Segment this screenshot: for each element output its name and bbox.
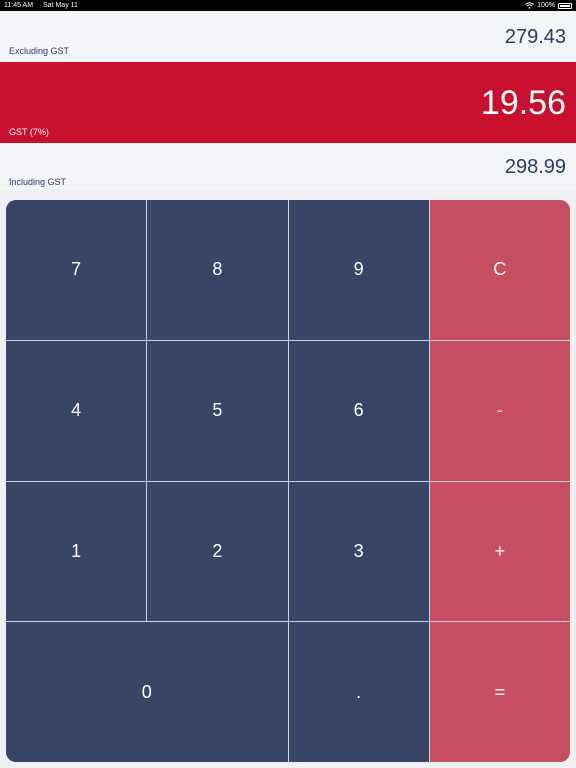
- equals-button[interactable]: =: [429, 622, 570, 762]
- gst-value: 19.56: [480, 84, 566, 122]
- including-gst-value: 298.99: [504, 156, 566, 178]
- key-7[interactable]: 7: [6, 200, 147, 340]
- decimal-button[interactable]: .: [288, 622, 429, 762]
- excluding-gst-value: 279.43: [504, 26, 566, 48]
- clear-button[interactable]: C: [429, 200, 570, 340]
- gst-label: GST (7%): [9, 127, 49, 137]
- key-1[interactable]: 1: [6, 481, 147, 622]
- keypad: 7 8 9 C 4 5 6 - 1 2 3 + 0 . =: [6, 200, 570, 762]
- minus-button[interactable]: -: [429, 340, 570, 481]
- excluding-gst-panel: 279.43 Excluding GST: [0, 11, 576, 61]
- plus-button[interactable]: +: [429, 481, 570, 622]
- key-6[interactable]: 6: [288, 340, 429, 481]
- battery-icon: [558, 2, 572, 9]
- key-3[interactable]: 3: [288, 481, 429, 622]
- status-time: 11:45 AM: [4, 2, 34, 9]
- key-2[interactable]: 2: [147, 481, 288, 622]
- key-0[interactable]: 0: [6, 622, 288, 762]
- key-4[interactable]: 4: [6, 340, 147, 481]
- excluding-gst-label: Excluding GST: [9, 46, 70, 56]
- key-5[interactable]: 5: [147, 340, 288, 481]
- key-8[interactable]: 8: [147, 200, 288, 340]
- key-9[interactable]: 9: [288, 200, 429, 340]
- status-bar: 11:45 AM Sat May 11 100%: [0, 0, 576, 11]
- including-gst-panel: 298.99 Including GST: [0, 144, 576, 190]
- status-date: Sat May 11: [43, 2, 78, 9]
- gst-panel: 19.56 GST (7%): [0, 62, 576, 143]
- battery-percent: 100%: [537, 2, 555, 9]
- status-left: 11:45 AM Sat May 11: [4, 2, 86, 9]
- including-gst-label: Including GST: [9, 177, 67, 187]
- status-right: 100%: [525, 2, 572, 9]
- wifi-icon: [525, 2, 534, 9]
